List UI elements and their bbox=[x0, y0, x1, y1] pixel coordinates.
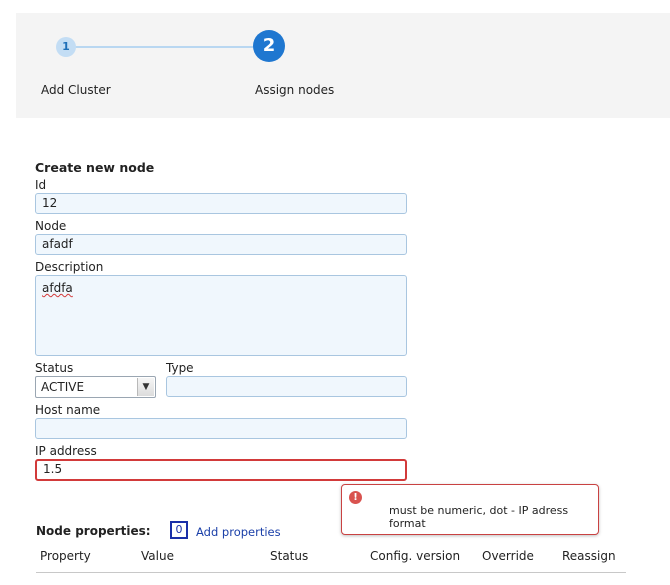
wizard-progress-line bbox=[66, 46, 268, 48]
ip-error-message: must be numeric, dot - IP adress format bbox=[389, 504, 569, 530]
ip-error-tooltip: ! must be numeric, dot - IP adress forma… bbox=[341, 484, 599, 535]
type-field[interactable] bbox=[166, 376, 407, 397]
type-label: Type bbox=[166, 361, 194, 375]
error-icon: ! bbox=[349, 491, 362, 504]
add-properties-link[interactable]: Add properties bbox=[196, 525, 281, 539]
status-label: Status bbox=[35, 361, 74, 375]
status-select[interactable]: ACTIVE ▼ bbox=[35, 376, 156, 398]
node-label: Node bbox=[35, 219, 67, 233]
status-selected-value: ACTIVE bbox=[41, 380, 85, 394]
column-header-property: Property bbox=[40, 549, 91, 563]
step-2-label: Assign nodes bbox=[255, 83, 335, 97]
ip-address-label: IP address bbox=[35, 444, 97, 458]
description-textarea[interactable]: afdfa bbox=[35, 275, 407, 356]
node-properties-title: Node properties: bbox=[36, 524, 151, 538]
node-field[interactable]: afadf bbox=[35, 234, 407, 255]
step-1-label: Add Cluster bbox=[41, 83, 111, 97]
id-label: Id bbox=[35, 178, 47, 192]
host-name-field[interactable] bbox=[35, 418, 407, 439]
host-name-label: Host name bbox=[35, 403, 101, 417]
form-title: Create new node bbox=[35, 160, 155, 175]
column-header-override: Override bbox=[482, 549, 534, 563]
ip-address-field[interactable]: 1.5 bbox=[35, 459, 407, 481]
description-text: afdfa bbox=[42, 281, 73, 295]
description-label: Description bbox=[35, 260, 104, 274]
column-header-config-version: Config. version bbox=[370, 549, 461, 563]
step-2-indicator[interactable]: 2 bbox=[253, 30, 285, 62]
column-header-reassign: Reassign bbox=[562, 549, 616, 563]
wizard-header bbox=[16, 13, 670, 118]
step-1-indicator[interactable]: 1 bbox=[56, 37, 76, 57]
id-field[interactable]: 12 bbox=[35, 193, 407, 214]
column-header-value: Value bbox=[141, 549, 174, 563]
properties-count-badge: 0 bbox=[170, 521, 188, 539]
chevron-down-icon[interactable]: ▼ bbox=[137, 378, 154, 396]
column-header-status: Status bbox=[270, 549, 309, 563]
table-divider bbox=[36, 572, 626, 573]
